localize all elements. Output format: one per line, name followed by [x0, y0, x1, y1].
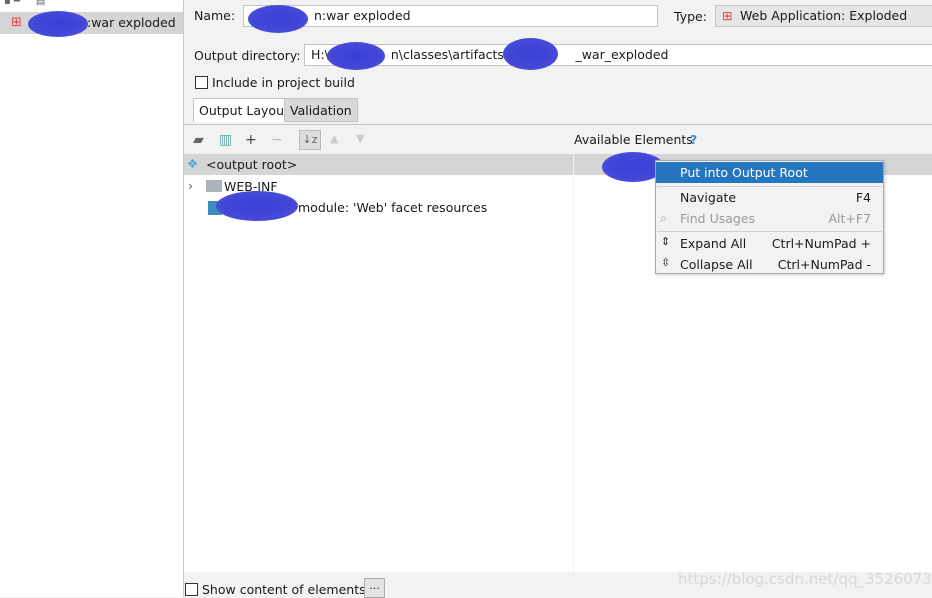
expand-all-icon: ⇕ — [661, 235, 671, 248]
sidebar-toolbar-icons[interactable]: ▪ ━ ▤ — [4, 0, 45, 7]
web-artifact-icon: ⊞ — [11, 15, 22, 30]
tab-label: Output Layout — [199, 103, 289, 118]
menu-item-label: Collapse All — [680, 257, 753, 272]
add-icon[interactable]: + — [245, 132, 257, 148]
artifact-item[interactable]: ⊞ :war exploded — [0, 11, 183, 37]
menu-item-collapse-all[interactable]: ⇳ Collapse All Ctrl+NumPad - — [656, 254, 883, 275]
move-down-icon[interactable]: ▼ — [356, 132, 364, 145]
name-label: Name: — [194, 8, 236, 23]
menu-item-shortcut: Alt+F7 — [828, 211, 871, 226]
menu-item-label: Navigate — [680, 190, 737, 205]
redaction — [248, 5, 308, 33]
archive-icon[interactable]: ▥ — [219, 132, 232, 148]
artifacts-sidebar: ▪ ━ ▤ ⊞ :war exploded — [0, 0, 184, 597]
type-select[interactable]: ⊞ Web Application: Exploded — [715, 5, 932, 27]
redaction — [216, 191, 298, 221]
tree-item-facet[interactable]: module: 'Web' facet resources — [184, 191, 573, 221]
redaction — [503, 38, 558, 70]
search-icon: ⌕ — [660, 210, 668, 225]
menu-item-expand-all[interactable]: ⇕ Expand All Ctrl+NumPad + — [656, 233, 883, 254]
tree-item-label: module: 'Web' facet resources — [298, 200, 488, 215]
redaction — [28, 11, 88, 37]
output-directory-label: Output directory: — [194, 48, 301, 63]
menu-item-shortcut: F4 — [855, 190, 871, 205]
menu-separator — [657, 231, 882, 232]
include-in-build-checkbox[interactable] — [195, 76, 208, 89]
more-button-label: ... — [369, 579, 380, 592]
menu-item-put-into-output-root[interactable]: Put into Output Root — [656, 162, 883, 183]
folder-icon — [206, 180, 222, 192]
tab-validation[interactable]: Validation — [284, 98, 358, 122]
name-value: n:war exploded — [314, 8, 411, 23]
menu-item-shortcut: Ctrl+NumPad + — [771, 236, 871, 251]
type-label: Type: — [674, 9, 707, 24]
new-folder-icon[interactable]: ▰ — [193, 132, 204, 148]
web-artifact-icon: ⊞ — [722, 8, 733, 23]
help-icon[interactable]: ? — [690, 132, 697, 147]
output-suffix: _war_exploded — [575, 47, 669, 62]
artifact-name: :war exploded — [87, 15, 176, 30]
sort-icon[interactable]: ↓z — [299, 130, 321, 150]
remove-icon[interactable]: − — [271, 132, 283, 148]
more-button[interactable]: ... — [364, 578, 385, 598]
menu-item-shortcut: Ctrl+NumPad - — [777, 257, 871, 272]
watermark: https://blog.csdn.net/qq_35260734 — [678, 570, 932, 588]
show-content-checkbox[interactable] — [185, 583, 198, 596]
menu-item-label: Put into Output Root — [680, 165, 808, 180]
tab-label: Validation — [290, 103, 352, 118]
output-layout-tree: ❖ <output root> › WEB-INF module: 'Web' … — [184, 154, 573, 572]
chevron-right-icon[interactable]: › — [188, 178, 193, 193]
move-up-icon[interactable]: ▲ — [330, 132, 338, 145]
tree-root-label: <output root> — [206, 157, 298, 172]
output-directory-input[interactable]: H:\ n\classes\artifacts\xu _war_exploded — [304, 44, 932, 66]
collapse-all-icon: ⇳ — [661, 256, 671, 269]
menu-item-navigate[interactable]: Navigate F4 — [656, 187, 883, 208]
menu-item-label: Find Usages — [680, 211, 756, 226]
show-content-label: Show content of elements — [202, 582, 366, 597]
include-in-build-label: Include in project build — [212, 75, 355, 90]
menu-item-find-usages[interactable]: ⌕ Find Usages Alt+F7 — [656, 208, 883, 229]
type-value: Web Application: Exploded — [740, 8, 908, 23]
context-menu: Put into Output Root Navigate F4 ⌕ Find Us… — [655, 160, 884, 274]
tree-root-row[interactable]: ❖ <output root> — [184, 154, 573, 175]
menu-item-label: Expand All — [680, 236, 747, 251]
divider — [184, 124, 932, 125]
available-elements-title: Available Elements — [574, 132, 693, 147]
redaction — [327, 42, 385, 70]
output-root-icon: ❖ — [187, 156, 199, 171]
tab-output-layout[interactable]: Output Layout — [193, 98, 295, 122]
